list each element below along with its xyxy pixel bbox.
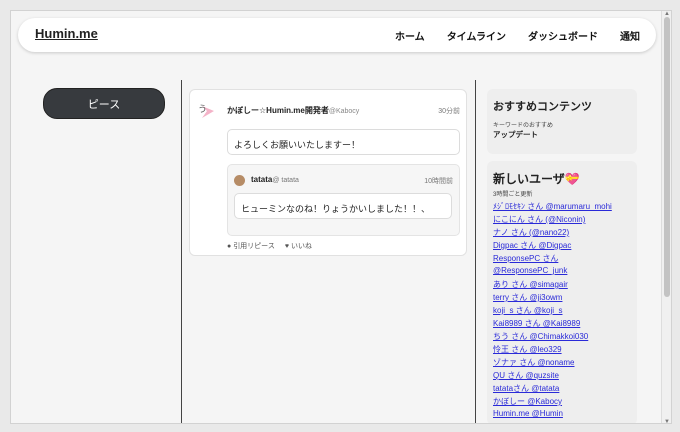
new-users-widget: 新しいユーザ💝 3時間ごと更新 ﾒｼﾞﾛﾓｾｷﾝ さん @marumaru_mo… (487, 161, 637, 423)
recommend-item[interactable]: アップデート (493, 129, 538, 140)
new-users-list: ﾒｼﾞﾛﾓｾｷﾝ さん @marumaru_mohi にこにん さん (@Nic… (493, 201, 612, 422)
svg-text:う: う (198, 104, 207, 115)
nav-home[interactable]: ホーム (395, 28, 425, 43)
left-divider (181, 80, 182, 423)
vertical-scrollbar[interactable]: ▲ ▼ (661, 11, 671, 423)
user-link[interactable]: にこにん さん (@Niconin) (493, 214, 612, 227)
quote-author-avatar[interactable] (234, 175, 245, 186)
post-text: よろしくお願いいたしますー！ (227, 129, 460, 155)
user-link[interactable]: ResponsePC さん (493, 253, 612, 266)
user-link[interactable]: koji_s さん @koji_s (493, 305, 612, 318)
user-link[interactable]: Digpac さん @Digpac (493, 240, 612, 253)
recommend-subtitle: キーワードのおすすめ (493, 123, 554, 129)
user-link[interactable]: ゾナァ さん @noname (493, 357, 612, 370)
user-link[interactable]: 怜王 さん @leo329 (493, 344, 612, 357)
bomb-icon: ● (227, 243, 232, 250)
scroll-down-arrow-icon[interactable]: ▼ (664, 419, 670, 423)
user-link[interactable]: Humin.me @Humin (493, 409, 612, 422)
quote-text: ヒューミンなのね！りょうかいしました！！、 (234, 193, 452, 219)
user-link[interactable]: ちう さん @Chimakkoi030 (493, 331, 612, 344)
right-divider (475, 80, 476, 423)
user-link[interactable]: ナノ さん (@nano22) (493, 227, 612, 240)
post-actions: ● 引用リピース ♥ いいね (227, 241, 312, 251)
user-link[interactable]: terry さん @ji3owm (493, 292, 612, 305)
repiece-label: 引用リピース (233, 243, 275, 250)
top-navbar: Humin.me ホーム タイムライン ダッシュボード 通知 (18, 18, 656, 52)
user-link[interactable]: Kai8989 さん @Kai8989 (493, 318, 612, 331)
nav-links: ホーム タイムライン ダッシュボード 通知 (373, 28, 640, 43)
scroll-thumb[interactable] (664, 17, 670, 297)
nav-notifications[interactable]: 通知 (620, 28, 640, 43)
post-card: う かぼしー☆Humin.me開発者@Kabocy 30分前 よろしくお願いいた… (189, 89, 467, 256)
user-link[interactable]: tatataさん @tatata (493, 383, 612, 396)
user-link[interactable]: QU さん @quzsite (493, 370, 612, 383)
author-handle[interactable]: @Kabocy (329, 108, 359, 115)
user-link[interactable]: あり さん @simagair (493, 279, 612, 292)
heart-icon: ♥ (284, 243, 289, 250)
quoted-post[interactable]: tatata@ tatata 10時間前 ヒューミンなのね！りょうかいしました！… (227, 164, 460, 236)
like-label: いいね (290, 243, 312, 250)
repiece-action[interactable]: ● 引用リピース (227, 241, 275, 251)
quote-author-name[interactable]: tatata (251, 175, 272, 184)
user-link[interactable]: ﾒｼﾞﾛﾓｾｷﾝ さん @marumaru_mohi (493, 201, 612, 214)
post-author: かぼしー☆Humin.me開発者@Kabocy (227, 105, 359, 116)
new-users-title: 新しいユーザ💝 (493, 172, 580, 186)
browser-window: Humin.me ホーム タイムライン ダッシュボード 通知 ピース う かぼし… (10, 10, 672, 424)
recommend-widget: おすすめコンテンツ キーワードのおすすめ アップデート (487, 89, 637, 154)
user-link[interactable]: @ResponsePC_junk (493, 266, 612, 279)
nav-timeline[interactable]: タイムライン (447, 28, 506, 43)
author-name[interactable]: かぼしー☆Humin.me開発者 (227, 106, 329, 115)
peace-button[interactable]: ピース (43, 88, 165, 119)
author-avatar[interactable]: う (196, 100, 218, 122)
nav-dashboard[interactable]: ダッシュボード (528, 28, 598, 43)
quote-author-handle[interactable]: @ tatata (272, 177, 299, 184)
user-link[interactable]: かぼしー @Kabocy (493, 396, 612, 409)
recommend-title: おすすめコンテンツ (493, 101, 592, 113)
new-users-subtitle: 3時間ごと更新 (493, 192, 533, 198)
like-action[interactable]: ♥ いいね (285, 241, 312, 251)
brand-logo-link[interactable]: Humin.me (35, 26, 98, 41)
post-time: 30分前 (438, 108, 460, 115)
avatar-illustration-icon: う (198, 104, 214, 118)
quote-author: tatata@ tatata (251, 175, 299, 184)
quote-time: 10時間前 (424, 178, 453, 185)
